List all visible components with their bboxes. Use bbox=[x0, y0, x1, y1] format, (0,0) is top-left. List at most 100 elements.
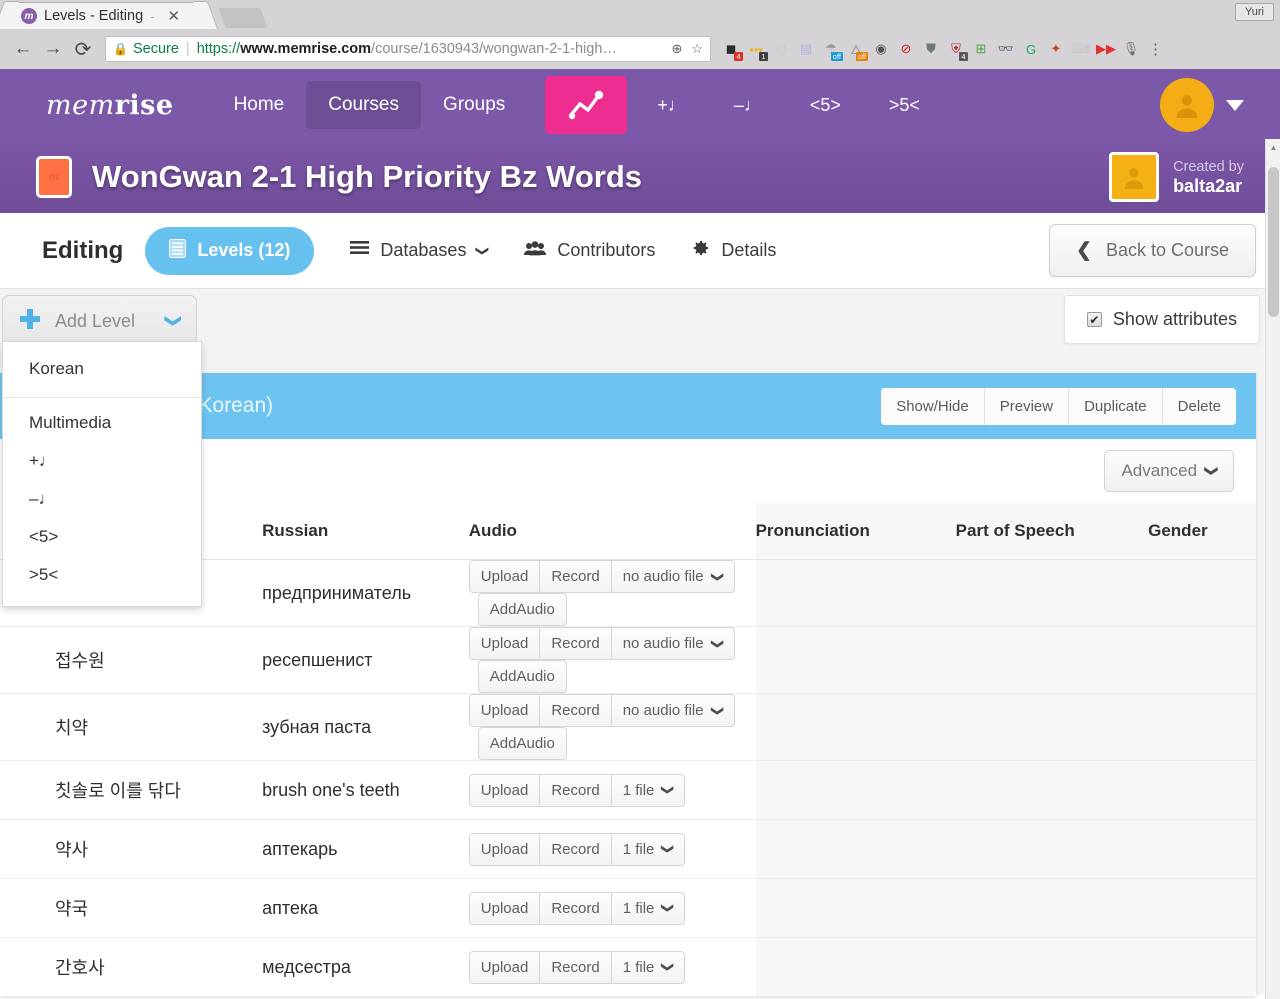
table-row[interactable]: 약국 аптека Upload Record 1 file ❯ bbox=[0, 878, 1256, 938]
tab-contributors[interactable]: Contributors bbox=[524, 240, 655, 261]
close-icon[interactable]: ✕ bbox=[167, 7, 180, 25]
search-icon[interactable]: ⊕ bbox=[671, 41, 682, 57]
cell-korean[interactable]: 약사 bbox=[52, 819, 263, 879]
add-audio-button[interactable]: AddAudio bbox=[477, 660, 567, 693]
page-translate-icon[interactable]: ▤ bbox=[795, 38, 817, 60]
record-button[interactable]: Record bbox=[539, 560, 611, 593]
cell-gender[interactable] bbox=[1148, 937, 1256, 997]
cell-pronunciation[interactable] bbox=[755, 626, 956, 694]
cell-gender[interactable] bbox=[1148, 878, 1256, 938]
dropdown-item-add-audio[interactable]: +♩ bbox=[3, 442, 201, 480]
table-row[interactable]: 칫솔로 이를 닦다 brush one's teeth Upload Record 1 … bbox=[0, 760, 1256, 820]
youtube-speed-icon[interactable]: ▶▶ bbox=[1095, 38, 1117, 60]
record-button[interactable]: Record bbox=[539, 832, 611, 866]
keyboard-icon[interactable]: ⌨ bbox=[1070, 38, 1092, 60]
cell-russian[interactable]: аптекарь bbox=[262, 819, 469, 879]
new-tab-button[interactable] bbox=[218, 8, 268, 28]
nav-item-lt5[interactable]: <5> bbox=[786, 82, 865, 129]
tab-databases[interactable]: Databases ❯ bbox=[350, 240, 491, 261]
scroll-up-icon[interactable]: ▲ bbox=[1266, 139, 1280, 155]
magic-wand-icon[interactable]: ✦ bbox=[1045, 38, 1067, 60]
grammarly-icon[interactable]: G bbox=[1020, 38, 1042, 60]
upload-button[interactable]: Upload bbox=[468, 694, 540, 727]
cell-korean[interactable]: 치약 bbox=[52, 693, 263, 761]
browser-menu-icon[interactable]: ⋮ bbox=[1148, 40, 1163, 58]
cell-russian[interactable]: brush one's teeth bbox=[262, 760, 469, 820]
binoculars-icon[interactable]: 👓 bbox=[995, 38, 1017, 60]
dropdown-item-remove-audio[interactable]: –♩ bbox=[3, 480, 201, 518]
scrollbar-thumb[interactable] bbox=[1268, 167, 1279, 317]
creator-name[interactable]: balta2ar bbox=[1173, 176, 1244, 196]
script-block-icon[interactable]: ⊘ bbox=[895, 38, 917, 60]
duplicate-button[interactable]: Duplicate bbox=[1069, 387, 1163, 425]
table-row[interactable]: 치약 зубная паста Upload Record no audio file ❯… bbox=[0, 693, 1256, 761]
upload-button[interactable]: Upload bbox=[468, 627, 540, 660]
bookmark-star-icon[interactable]: ☆ bbox=[691, 41, 703, 57]
cell-pronunciation[interactable] bbox=[755, 819, 956, 879]
cell-korean[interactable]: 접수원 bbox=[52, 626, 263, 694]
profile-chip[interactable]: Yuri bbox=[1235, 3, 1274, 21]
cell-gender[interactable] bbox=[1148, 693, 1256, 761]
cell-russian[interactable]: аптека bbox=[262, 878, 469, 938]
record-button[interactable]: Record bbox=[539, 773, 611, 807]
reload-icon[interactable]: ⟳ bbox=[68, 34, 98, 64]
row-drag-handle[interactable] bbox=[0, 693, 53, 761]
audio-file-select[interactable]: no audio file ❯ bbox=[610, 560, 735, 593]
audio-file-select[interactable]: no audio file ❯ bbox=[610, 694, 735, 727]
add-note-icon[interactable]: ⊞ bbox=[970, 38, 992, 60]
cell-pronunciation[interactable] bbox=[755, 760, 956, 820]
table-row[interactable]: 접수원 ресепшенист Upload Record no audio file ❯… bbox=[0, 626, 1256, 694]
umbrella-off-icon[interactable]: ☂ off bbox=[820, 38, 843, 61]
nav-item-remove-audio[interactable]: –♩ bbox=[710, 82, 786, 129]
nav-item-gt5[interactable]: >5< bbox=[865, 82, 944, 129]
cell-pronunciation[interactable] bbox=[755, 693, 956, 761]
advanced-button[interactable]: Advanced ❯ bbox=[1104, 450, 1234, 492]
forward-icon[interactable]: → bbox=[38, 34, 68, 64]
record-button[interactable]: Record bbox=[539, 891, 611, 925]
cell-russian[interactable]: зубная паста bbox=[262, 693, 469, 761]
upload-button[interactable]: Upload bbox=[468, 832, 540, 866]
add-audio-button[interactable]: AddAudio bbox=[477, 727, 567, 760]
cell-gender[interactable] bbox=[1148, 626, 1256, 694]
page-scrollbar[interactable]: ▲ bbox=[1265, 139, 1280, 999]
record-button[interactable]: Record bbox=[539, 694, 611, 727]
cell-part-of-speech[interactable] bbox=[955, 760, 1149, 820]
address-bar[interactable]: 🔒 Secure | https:// www.memrise.com /cou… bbox=[105, 36, 711, 62]
adblock-extension-icon[interactable]: ◼ 4 bbox=[720, 38, 743, 61]
row-drag-handle[interactable] bbox=[0, 626, 53, 694]
record-button[interactable]: Record bbox=[539, 950, 611, 984]
row-drag-handle[interactable] bbox=[0, 937, 53, 997]
nav-item-home[interactable]: Home bbox=[212, 81, 307, 129]
cell-russian[interactable]: ресепшенист bbox=[262, 626, 469, 694]
row-drag-handle[interactable] bbox=[0, 878, 53, 938]
dropdown-item-lt5[interactable]: <5> bbox=[3, 518, 201, 556]
table-row[interactable]: 약사 аптекарь Upload Record 1 file ❯ bbox=[0, 819, 1256, 879]
row-drag-handle[interactable] bbox=[0, 819, 53, 879]
cell-part-of-speech[interactable] bbox=[955, 819, 1149, 879]
flame-off-icon[interactable]: 🜂 off bbox=[845, 38, 868, 61]
nav-item-groups[interactable]: Groups bbox=[421, 81, 527, 129]
cell-gender[interactable] bbox=[1148, 819, 1256, 879]
audio-file-select[interactable]: no audio file ❯ bbox=[610, 627, 735, 660]
notes-extension-icon[interactable]: ▪▪▪ 1 bbox=[745, 38, 768, 61]
chart-line-icon[interactable] bbox=[545, 76, 628, 134]
add-audio-button[interactable]: AddAudio bbox=[477, 593, 567, 626]
avatar[interactable] bbox=[1160, 78, 1214, 132]
back-to-course-button[interactable]: ❮ Back to Course bbox=[1049, 224, 1256, 277]
nav-item-add-audio[interactable]: +♩ bbox=[633, 82, 710, 129]
cell-korean[interactable]: 약국 bbox=[52, 878, 263, 938]
dropdown-item-gt5[interactable]: >5< bbox=[3, 556, 201, 594]
dropdown-item-korean[interactable]: Korean bbox=[3, 350, 201, 388]
upload-button[interactable]: Upload bbox=[468, 560, 540, 593]
globe-extension-icon[interactable]: ◍ bbox=[770, 38, 792, 60]
upload-button[interactable]: Upload bbox=[468, 891, 540, 925]
add-level-button[interactable]: Add Level ❯ bbox=[2, 295, 197, 347]
shield-down-icon[interactable]: ⛊ bbox=[920, 38, 942, 60]
cell-korean[interactable]: 칫솔로 이를 닦다 bbox=[52, 760, 263, 820]
cell-pronunciation[interactable] bbox=[755, 878, 956, 938]
upload-button[interactable]: Upload bbox=[468, 950, 540, 984]
cell-russian[interactable]: предприниматель bbox=[262, 559, 469, 627]
show-hide-button[interactable]: Show/Hide bbox=[881, 387, 985, 425]
cell-pronunciation[interactable] bbox=[755, 937, 956, 997]
row-drag-handle[interactable] bbox=[0, 760, 53, 820]
